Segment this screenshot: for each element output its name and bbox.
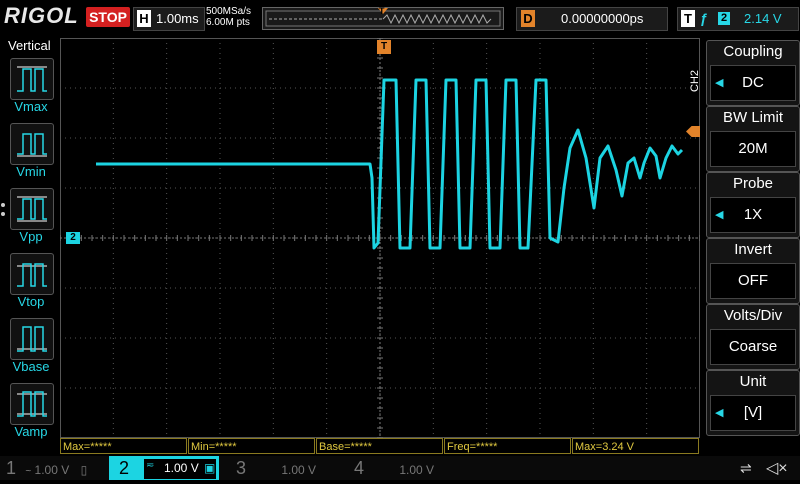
channel-1-tab[interactable]: 1 ~ 1.00 V ▯ [6, 456, 106, 480]
waveform-display[interactable] [59, 37, 701, 439]
channel-4-scale: 1.00 V [399, 463, 435, 477]
channel-2-scale-box: ≂ 1.00 V ▣ [143, 458, 217, 480]
vpp-icon [17, 196, 47, 222]
unit-value-box: ◀ [V] [710, 395, 796, 431]
channel-1-number: 1 [6, 458, 17, 478]
speaker-muted-icon[interactable]: ◁× [766, 458, 788, 478]
delay-key: D [521, 10, 535, 27]
invert-menu[interactable]: Invert OFF [706, 238, 800, 304]
bw-limit-menu[interactable]: BW Limit 20M [706, 106, 800, 172]
channel-1-scale: 1.00 V [34, 463, 70, 477]
measure-vpp-button[interactable] [10, 188, 54, 230]
timebase-value: 1.00ms [156, 11, 199, 26]
channel-3-number: 3 [236, 458, 247, 478]
channel-4-tab[interactable]: 4 1.00 V [354, 456, 454, 480]
vmin-label: Vmin [16, 164, 46, 179]
unit-value: [V] [743, 404, 763, 421]
coupling-title: Coupling [723, 43, 783, 60]
channel-2-scale: 1.00 V [164, 461, 199, 475]
coupling-value-box: ◀ DC [710, 65, 796, 101]
bw-limit-title: BW Limit [723, 109, 783, 126]
bw-icon: ▯ [80, 463, 88, 477]
vbase-icon [17, 326, 47, 352]
usb-icon: ⇌ [740, 460, 752, 476]
channel-2-tab[interactable]: 2 ≂ 1.00 V ▣ [109, 456, 219, 480]
bw-limit-value: 20M [738, 140, 768, 157]
probe-value: 1X [743, 206, 763, 223]
trigger-display[interactable]: T ƒ 2 2.14 V [677, 7, 799, 31]
vamp-icon [17, 391, 47, 417]
memory-trigger-marker: T [379, 6, 385, 16]
ac-coupling-icon: ~ [25, 466, 32, 477]
horizontal-timebase[interactable]: H 1.00ms [133, 7, 205, 31]
probe-menu[interactable]: Probe ◀ 1X [706, 172, 800, 238]
vtop-label: Vtop [17, 294, 45, 309]
volts-div-title: Volts/Div [723, 307, 783, 324]
volts-div-menu[interactable]: Volts/Div Coarse [706, 304, 800, 370]
rising-edge-icon: ƒ [700, 10, 708, 26]
probe-value-box: ◀ 1X [710, 197, 796, 233]
measurement-result[interactable]: Min=***** [188, 438, 315, 454]
brand-logo: RIGOL [4, 3, 79, 28]
page-dot [1, 212, 5, 216]
ch2-offset-marker[interactable]: 2 [66, 232, 80, 244]
ch2-waveform-trace [96, 78, 684, 250]
memory-overview-strip[interactable]: T [262, 6, 504, 30]
sample-rate: 500MSa/s [206, 6, 252, 17]
vamp-label: Vamp [14, 424, 48, 439]
vtop-icon [17, 263, 47, 287]
delay-display[interactable]: D 0.00000000ps [516, 7, 668, 31]
delay-value: 0.00000000ps [561, 11, 644, 26]
channel-4-number: 4 [354, 458, 365, 478]
invert-title: Invert [734, 241, 772, 258]
vmin-icon [17, 133, 47, 157]
top-status-bar: RIGOL STOP H 1.00ms 500MSa/s 6.00M pts T… [0, 0, 800, 36]
unit-title: Unit [739, 373, 767, 390]
bw-limit-value-box: 20M [710, 131, 796, 167]
unit-menu[interactable]: Unit ◀ [V] [706, 370, 800, 436]
coupling-value: DC [742, 74, 764, 91]
trigger-source: 2 [718, 12, 730, 25]
graticule [59, 37, 701, 439]
measurement-result[interactable]: Max=***** [60, 438, 187, 454]
volts-div-value: Coarse [728, 338, 778, 355]
coupling-menu[interactable]: Coupling ◀ DC [706, 40, 800, 106]
page-dot [1, 203, 5, 207]
measurement-result[interactable]: Max=3.24 V [572, 438, 699, 454]
measure-vamp-button[interactable] [10, 383, 54, 425]
vertical-menu-title: Vertical [8, 38, 51, 53]
invert-value-box: OFF [710, 263, 796, 299]
vpp-label: Vpp [19, 229, 43, 244]
acquisition-info: 500MSa/s 6.00M pts [206, 6, 251, 28]
measure-vbase-button[interactable] [10, 318, 54, 360]
channel-2-number: 2 [119, 458, 130, 478]
vmax-icon [17, 66, 47, 92]
bw-icon: ▣ [204, 461, 216, 475]
measurement-result[interactable]: Freq=***** [444, 438, 571, 454]
measurement-result[interactable]: Base=***** [316, 438, 443, 454]
horizontal-key: H [137, 10, 151, 27]
channel-3-tab[interactable]: 3 1.00 V [236, 456, 336, 480]
channel-3-scale: 1.00 V [281, 463, 317, 477]
trigger-key: T [681, 10, 695, 27]
dc-coupling-icon: ≂ [146, 460, 155, 471]
menu-channel-tag: CH2 [689, 69, 701, 92]
measure-vmin-button[interactable] [10, 123, 54, 165]
vmax-label: Vmax [14, 99, 48, 114]
trigger-level: 2.14 V [744, 11, 782, 26]
run-stop-button[interactable]: STOP [86, 7, 130, 27]
probe-title: Probe [732, 175, 774, 192]
measure-vmax-button[interactable] [10, 58, 54, 100]
vbase-label: Vbase [12, 359, 50, 374]
trigger-position-marker[interactable]: T [377, 40, 391, 54]
measure-vtop-button[interactable] [10, 253, 54, 295]
volts-div-value-box: Coarse [710, 329, 796, 365]
invert-value: OFF [738, 272, 768, 289]
memory-depth: 6.00M pts [206, 17, 250, 28]
